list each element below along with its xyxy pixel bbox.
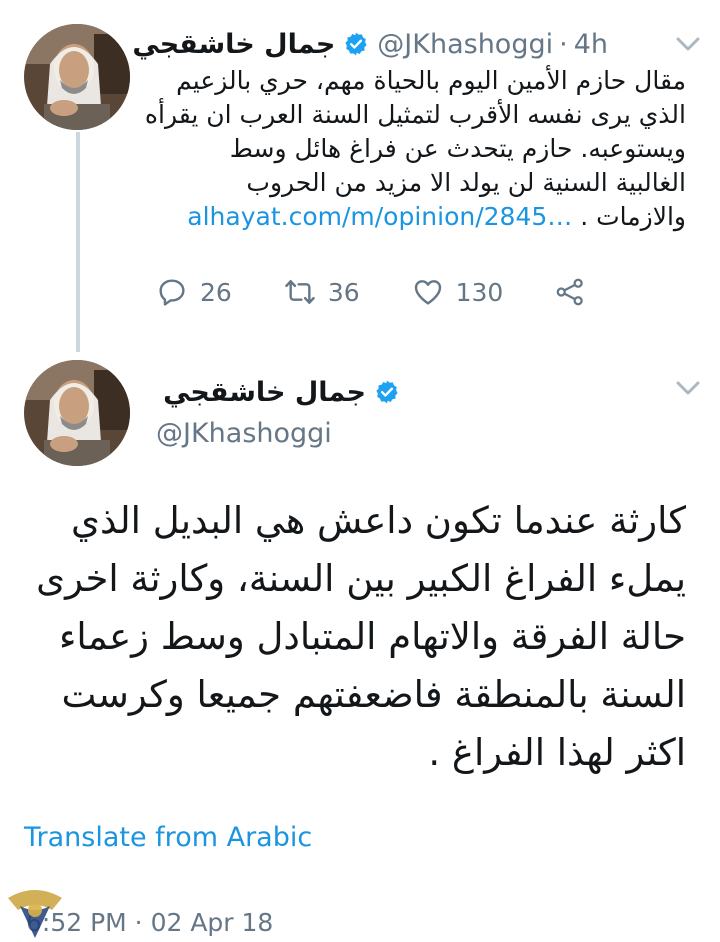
tweet-line-text: والازمات . <box>572 202 686 231</box>
tweet-body: مقال حازم الأمين اليوم بالحياة مهم، حري … <box>144 64 686 234</box>
like-count: 130 <box>455 277 504 307</box>
thread-connector-line <box>76 132 80 352</box>
tweet-line-with-link: والازمات . alhayat.com/m/opinion/2845… <box>156 200 686 234</box>
tweet-header: جمال خاشقجي @JKhashoggi · 4h <box>132 24 608 64</box>
author-handle[interactable]: @JKhashoggi <box>377 29 553 60</box>
author-handle[interactable]: @JKhashoggi <box>156 418 332 449</box>
like-button[interactable]: 130 <box>412 276 504 308</box>
tweet-line: الذي يرى نفسه الأقرب لتمثيل السنة العرب … <box>144 100 686 129</box>
avatar[interactable] <box>24 24 130 130</box>
reply-icon <box>159 279 185 306</box>
separator-dot: · <box>559 28 568 60</box>
article-link[interactable]: alhayat.com/m/opinion/2845… <box>187 202 572 231</box>
tweet-actions: 26 36 130 <box>156 276 637 308</box>
verified-badge-icon <box>345 32 367 56</box>
tweet-line: اكثر لهذا الفراغ . <box>428 731 686 774</box>
tweet-line: الغالبية السنية لن يولد الا مزيد من الحر… <box>246 168 686 197</box>
author-name[interactable]: جمال خاشقجي <box>163 377 366 408</box>
translate-link[interactable]: Translate from Arabic <box>24 822 312 853</box>
chevron-down-icon[interactable] <box>674 378 702 398</box>
tweet-line: ويستوعبه. حازم يتحدث عن فراغ هائل وسط <box>229 134 686 163</box>
verified-badge-icon <box>376 380 398 404</box>
watermark-logo-icon <box>8 890 62 938</box>
retweet-icon <box>285 280 315 304</box>
tweet-body: كارثة عندما تكون داعش هي البديل الذي يمل… <box>20 492 686 782</box>
author-name[interactable]: جمال خاشقجي <box>132 29 335 60</box>
retweet-count: 36 <box>327 277 360 307</box>
reply-button[interactable]: 26 <box>156 276 232 308</box>
heart-icon <box>414 280 441 305</box>
share-icon <box>556 278 584 306</box>
tweet-time[interactable]: 4h <box>574 29 608 60</box>
tweet-line: حالة الفرقة والاتهام المتبادل وسط زعماء <box>59 615 686 658</box>
reply-count: 26 <box>200 277 232 307</box>
tweet-line: مقال حازم الأمين اليوم بالحياة مهم، حري … <box>176 66 686 95</box>
retweet-button[interactable]: 36 <box>284 276 360 308</box>
avatar[interactable] <box>24 360 130 466</box>
chevron-down-icon[interactable] <box>674 34 702 54</box>
tweet-line: يملء الفراغ الكبير بين السنة، وكارثة اخر… <box>36 557 686 600</box>
tweet-line: السنة بالمنطقة فاضعفتهم جميعا وكرست <box>61 673 686 716</box>
tweet-header: جمال خاشقجي <box>163 372 408 412</box>
share-button[interactable] <box>555 277 585 307</box>
tweet-line: كارثة عندما تكون داعش هي البديل الذي <box>71 499 686 542</box>
